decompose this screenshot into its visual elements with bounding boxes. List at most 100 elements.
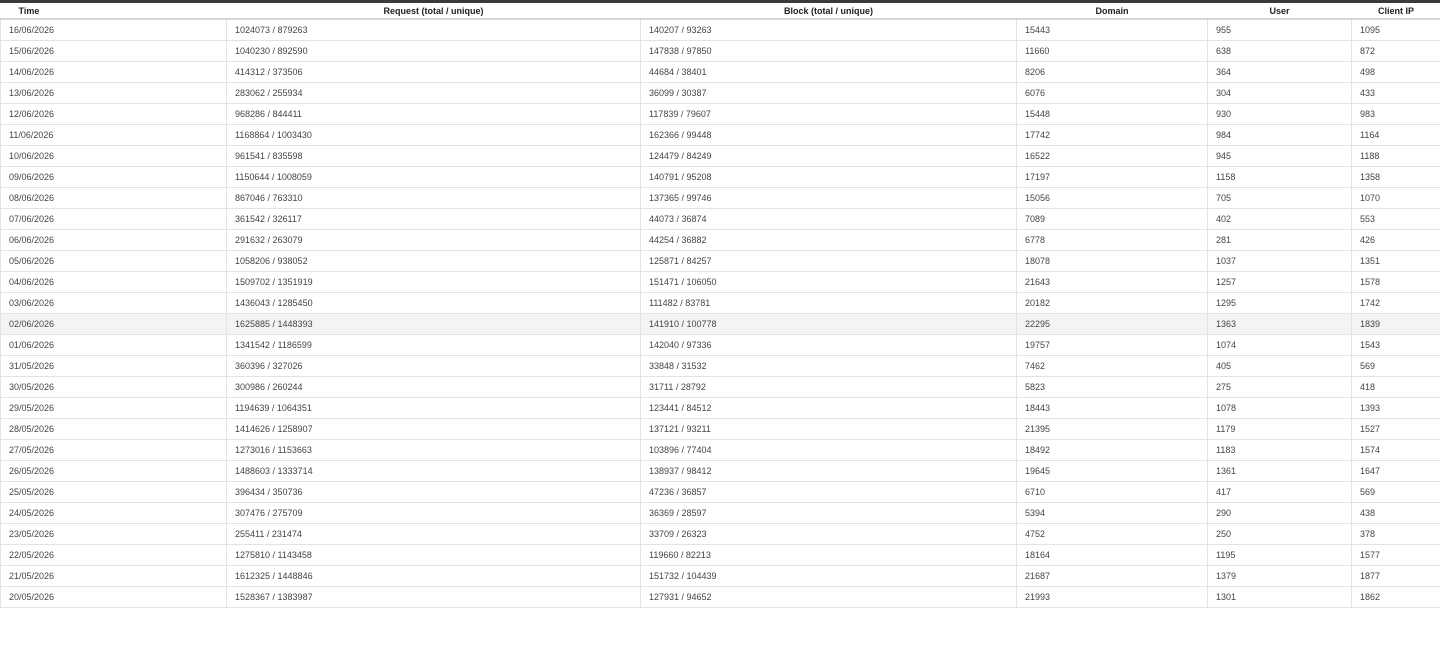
column-header-request[interactable]: Request (total / unique) <box>226 3 641 20</box>
cell-user: 638 <box>1207 40 1352 62</box>
cell-time: 07/06/2026 <box>0 208 227 230</box>
cell-block: 162366 / 99448 <box>640 124 1017 146</box>
cell-block: 36099 / 30387 <box>640 82 1017 104</box>
cell-block: 117839 / 79607 <box>640 103 1017 125</box>
cell-user: 705 <box>1207 187 1352 209</box>
table-row[interactable]: 24/05/2026 307476 / 275709 36369 / 28597 53… <box>0 502 1440 524</box>
cell-domain: 5394 <box>1016 502 1208 524</box>
cell-request: 283062 / 255934 <box>226 82 641 104</box>
cell-request: 396434 / 350736 <box>226 481 641 503</box>
cell-domain: 21395 <box>1016 418 1208 440</box>
table-row[interactable]: 01/06/2026 1341542 / 1186599 142040 / 9733… <box>0 334 1440 356</box>
cell-request: 291632 / 263079 <box>226 229 641 251</box>
table-row[interactable]: 26/05/2026 1488603 / 1333714 138937 / 9841… <box>0 460 1440 482</box>
cell-time: 25/05/2026 <box>0 481 227 503</box>
cell-user: 1078 <box>1207 397 1352 419</box>
table-row[interactable]: 21/05/2026 1612325 / 1448846 151732 / 1044… <box>0 565 1440 587</box>
cell-block: 44073 / 36874 <box>640 208 1017 230</box>
cell-block: 44684 / 38401 <box>640 61 1017 83</box>
cell-request: 255411 / 231474 <box>226 523 641 545</box>
cell-user: 1183 <box>1207 439 1352 461</box>
cell-client-ip: 426 <box>1351 229 1440 251</box>
cell-request: 1341542 / 1186599 <box>226 334 641 356</box>
cell-domain: 7462 <box>1016 355 1208 377</box>
cell-time: 28/05/2026 <box>0 418 227 440</box>
table-row[interactable]: 27/05/2026 1273016 / 1153663 103896 / 7740… <box>0 439 1440 461</box>
cell-user: 1301 <box>1207 586 1352 608</box>
cell-time: 20/05/2026 <box>0 586 227 608</box>
cell-time: 05/06/2026 <box>0 250 227 272</box>
table-row[interactable]: 02/06/2026 1625885 / 1448393 141910 / 1007… <box>0 313 1440 335</box>
cell-user: 1257 <box>1207 271 1352 293</box>
table-row[interactable]: 12/06/2026 968286 / 844411 117839 / 79607 1… <box>0 103 1440 125</box>
table-row[interactable]: 06/06/2026 291632 / 263079 44254 / 36882 67… <box>0 229 1440 251</box>
cell-block: 123441 / 84512 <box>640 397 1017 419</box>
table-row[interactable]: 29/05/2026 1194639 / 1064351 123441 / 8451… <box>0 397 1440 419</box>
cell-domain: 5823 <box>1016 376 1208 398</box>
column-header-client-ip[interactable]: Client IP <box>1351 3 1440 20</box>
cell-domain: 6076 <box>1016 82 1208 104</box>
column-header-time[interactable]: Time <box>0 3 227 20</box>
cell-domain: 8206 <box>1016 61 1208 83</box>
cell-block: 47236 / 36857 <box>640 481 1017 503</box>
cell-request: 1194639 / 1064351 <box>226 397 641 419</box>
table-row[interactable]: 04/06/2026 1509702 / 1351919 151471 / 1060… <box>0 271 1440 293</box>
cell-client-ip: 1188 <box>1351 145 1440 167</box>
cell-request: 1488603 / 1333714 <box>226 460 641 482</box>
cell-block: 33709 / 26323 <box>640 523 1017 545</box>
table-row[interactable]: 16/06/2026 1024073 / 879263 140207 / 93263… <box>0 19 1440 41</box>
cell-client-ip: 1527 <box>1351 418 1440 440</box>
cell-request: 414312 / 373506 <box>226 61 641 83</box>
table-row[interactable]: 28/05/2026 1414626 / 1258907 137121 / 9321… <box>0 418 1440 440</box>
table-row[interactable]: 22/05/2026 1275810 / 1143458 119660 / 8221… <box>0 544 1440 566</box>
cell-user: 945 <box>1207 145 1352 167</box>
cell-block: 31711 / 28792 <box>640 376 1017 398</box>
cell-client-ip: 983 <box>1351 103 1440 125</box>
table-row[interactable]: 07/06/2026 361542 / 326117 44073 / 36874 70… <box>0 208 1440 230</box>
table-row[interactable]: 05/06/2026 1058206 / 938052 125871 / 84257… <box>0 250 1440 272</box>
cell-client-ip: 1358 <box>1351 166 1440 188</box>
cell-user: 1074 <box>1207 334 1352 356</box>
table-row[interactable]: 10/06/2026 961541 / 835598 124479 / 84249 1… <box>0 145 1440 167</box>
table-row[interactable]: 30/05/2026 300986 / 260244 31711 / 28792 58… <box>0 376 1440 398</box>
cell-user: 290 <box>1207 502 1352 524</box>
cell-client-ip: 498 <box>1351 61 1440 83</box>
table-row[interactable]: 20/05/2026 1528367 / 1383987 127931 / 9465… <box>0 586 1440 608</box>
stats-table-container: Time Request (total / unique) Block (tot… <box>0 0 1440 654</box>
cell-request: 361542 / 326117 <box>226 208 641 230</box>
cell-user: 304 <box>1207 82 1352 104</box>
column-header-domain[interactable]: Domain <box>1016 3 1208 20</box>
cell-request: 1625885 / 1448393 <box>226 313 641 335</box>
cell-request: 1414626 / 1258907 <box>226 418 641 440</box>
cell-request: 1024073 / 879263 <box>226 19 641 41</box>
cell-user: 1195 <box>1207 544 1352 566</box>
cell-block: 33848 / 31532 <box>640 355 1017 377</box>
table-row[interactable]: 13/06/2026 283062 / 255934 36099 / 30387 60… <box>0 82 1440 104</box>
cell-client-ip: 1164 <box>1351 124 1440 146</box>
table-row[interactable]: 14/06/2026 414312 / 373506 44684 / 38401 82… <box>0 61 1440 83</box>
table-row[interactable]: 11/06/2026 1168864 / 1003430 162366 / 9944… <box>0 124 1440 146</box>
table-row[interactable]: 31/05/2026 360396 / 327026 33848 / 31532 74… <box>0 355 1440 377</box>
cell-user: 1158 <box>1207 166 1352 188</box>
cell-request: 360396 / 327026 <box>226 355 641 377</box>
cell-time: 13/06/2026 <box>0 82 227 104</box>
daily-stats-table: Time Request (total / unique) Block (tot… <box>0 3 1440 608</box>
table-row[interactable]: 08/06/2026 867046 / 763310 137365 / 99746 1… <box>0 187 1440 209</box>
cell-domain: 17742 <box>1016 124 1208 146</box>
cell-domain: 17197 <box>1016 166 1208 188</box>
table-row[interactable]: 03/06/2026 1436043 / 1285450 111482 / 8378… <box>0 292 1440 314</box>
table-header: Time Request (total / unique) Block (tot… <box>0 3 1440 20</box>
cell-user: 1179 <box>1207 418 1352 440</box>
cell-domain: 16522 <box>1016 145 1208 167</box>
cell-time: 29/05/2026 <box>0 397 227 419</box>
table-row[interactable]: 15/06/2026 1040230 / 892590 147838 / 97850… <box>0 40 1440 62</box>
column-header-user[interactable]: User <box>1207 3 1352 20</box>
cell-time: 23/05/2026 <box>0 523 227 545</box>
column-header-block[interactable]: Block (total / unique) <box>640 3 1017 20</box>
cell-request: 1275810 / 1143458 <box>226 544 641 566</box>
table-row[interactable]: 09/06/2026 1150644 / 1008059 140791 / 9520… <box>0 166 1440 188</box>
table-row[interactable]: 25/05/2026 396434 / 350736 47236 / 36857 67… <box>0 481 1440 503</box>
cell-domain: 4752 <box>1016 523 1208 545</box>
cell-user: 250 <box>1207 523 1352 545</box>
table-row[interactable]: 23/05/2026 255411 / 231474 33709 / 26323 47… <box>0 523 1440 545</box>
